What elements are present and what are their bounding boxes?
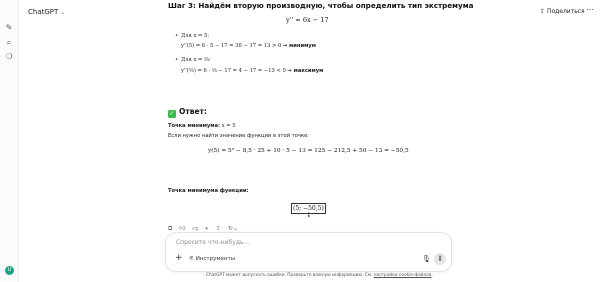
min-point-function-label: Точка минимума функции: <box>168 188 249 194</box>
cookie-settings-link[interactable]: настройки cookie-файлов <box>374 273 432 278</box>
voice-mode-icon[interactable]: ⦀ <box>434 253 446 265</box>
second-derivative-equation: y'' = 6x − 17 <box>286 16 329 24</box>
min-point-line: Точка минимума: x = 5 <box>168 123 236 129</box>
composer: Спросите что-нибудь… + ⚟ Инструменты 🎙︎ … <box>165 232 452 272</box>
add-attachment-icon[interactable]: + <box>175 253 183 263</box>
share-button[interactable]: ⇪ Поделиться <box>540 8 585 15</box>
prompt-input[interactable]: Спросите что-нибудь… <box>176 239 250 246</box>
library-icon[interactable]: ❍ <box>5 53 13 61</box>
regenerate-icon[interactable]: ↻⌄ <box>228 225 238 232</box>
tools-icon: ⚟ <box>189 256 194 262</box>
bullet-condition: • Для x = ⅔: <box>175 57 211 63</box>
bullet-condition: • Для x = 5: <box>175 33 210 39</box>
sidebar-rail: ✎ ⌕ ❍ U <box>0 0 19 282</box>
user-avatar[interactable]: U <box>5 266 14 275</box>
speaker-icon[interactable]: 🔈︎ <box>205 225 209 232</box>
search-icon[interactable]: ⌕ <box>5 39 13 47</box>
more-options-icon[interactable]: ⋯ <box>586 5 594 14</box>
new-chat-icon[interactable]: ✎ <box>5 24 13 32</box>
model-selector[interactable]: ChatGPT ⌄ <box>28 8 65 16</box>
scroll-down-arrow-icon[interactable]: ↓ <box>306 211 312 219</box>
chevron-down-icon: ⌄ <box>60 9 66 16</box>
model-name: ChatGPT <box>28 8 59 16</box>
share-icon[interactable]: ⇪ <box>216 225 221 232</box>
share-icon: ⇪ <box>540 8 546 15</box>
value-intro: Если нужно найти значение функции в этой… <box>168 133 310 139</box>
copy-icon[interactable]: ⧉ <box>168 225 172 232</box>
microphone-icon[interactable]: 🎙︎ <box>422 255 431 263</box>
share-label: Поделиться <box>546 8 585 15</box>
tools-label: Инструменты <box>195 256 236 262</box>
disclaimer: ChatGPT может допускать ошибки. Проверьт… <box>206 273 433 278</box>
thumbs-up-icon[interactable]: 👍︎ <box>179 225 185 232</box>
answer-heading: ✓ Ответ: <box>168 107 207 118</box>
thumbs-down-icon[interactable]: 👎︎ <box>192 225 198 232</box>
bullet-calculation: y''(⅔) = 6 · ⅔ − 17 = 4 − 17 = −13 < 0 →… <box>181 68 324 74</box>
check-icon: ✓ <box>168 110 176 118</box>
bullet-calculation: y''(5) = 6 · 5 − 17 = 30 − 17 = 13 > 0 →… <box>181 43 317 49</box>
value-formula: y(5) = 5³ − 8,5 · 25 + 10 · 5 − 13 = 125… <box>208 148 409 154</box>
step-title: Шаг 3: Найдём вторую производную, чтобы … <box>168 1 474 10</box>
tools-button[interactable]: ⚟ Инструменты <box>189 256 235 262</box>
